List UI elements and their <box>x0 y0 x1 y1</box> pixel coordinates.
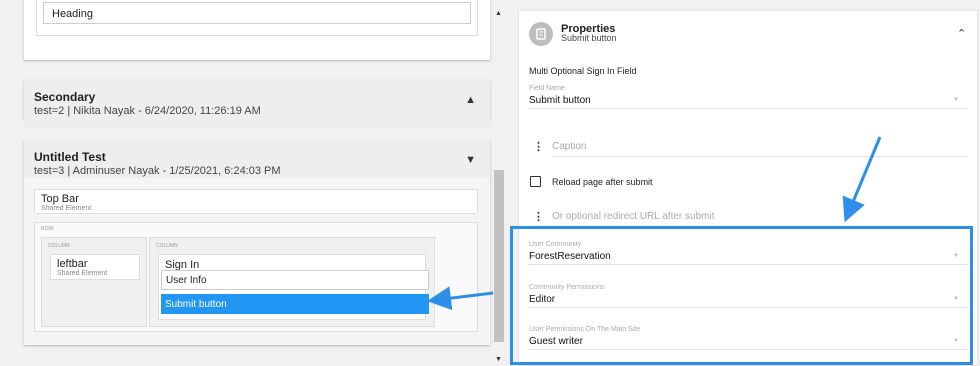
properties-panel: Properties Submit button ⌃ Multi Optiona… <box>518 10 978 366</box>
column-label: COLUMN <box>48 243 70 249</box>
scrollbar-thumb[interactable] <box>494 170 504 342</box>
user-community-label: User Community <box>529 241 582 248</box>
field-name-label: Field Name <box>529 85 565 92</box>
leftbar-element[interactable]: leftbar Shared Element <box>50 254 140 280</box>
untitled-subtitle: test=3 | Adminuser Nayak - 1/25/2021, 6:… <box>34 165 281 177</box>
user-community-value: ForestReservation <box>529 251 611 262</box>
chevron-down-icon[interactable]: ▼ <box>953 296 959 302</box>
secondary-subtitle: test=2 | Nikita Nayak - 6/24/2020, 11:26… <box>34 105 261 117</box>
community-permissions-select[interactable]: Community Permissions Editor ▼ <box>529 284 967 308</box>
more-vert-icon[interactable]: ⋮ <box>533 140 544 153</box>
reload-page-checkbox[interactable] <box>530 176 541 187</box>
sign-in-element[interactable]: Sign In User Info Submit button <box>158 254 429 320</box>
top-bar-sub: Shared Element <box>41 205 92 212</box>
secondary-title: Secondary <box>34 90 96 104</box>
community-permissions-label: Community Permissions <box>529 284 605 291</box>
redirect-url-input[interactable]: Or optional redirect URL after submit <box>552 211 968 227</box>
top-bar-title: Top Bar <box>41 193 79 205</box>
leftbar-title: leftbar <box>57 258 88 270</box>
field-name-value: Submit button <box>529 95 591 106</box>
row-container[interactable]: ROW COLUMN leftbar Shared Element COLUMN… <box>34 222 478 332</box>
secondary-card-header[interactable]: Secondary test=2 | Nikita Nayak - 6/24/2… <box>24 80 490 127</box>
field-name-select[interactable]: Field Name Submit button ▼ <box>529 85 967 109</box>
secondary-test-card[interactable]: Secondary test=2 | Nikita Nayak - 6/24/2… <box>24 80 490 127</box>
main-site-permissions-label: User Permissions On The Main Site <box>529 326 641 333</box>
user-avatar-icon <box>529 22 553 46</box>
submit-button-selected[interactable]: Submit button <box>161 294 429 314</box>
chevron-up-icon[interactable]: ▲ <box>465 94 476 106</box>
more-vert-icon[interactable]: ⋮ <box>533 210 544 223</box>
untitled-test-card: Untitled Test test=3 | Adminuser Nayak -… <box>24 140 490 345</box>
left-pane: Heading Secondary test=2 | Nikita Nayak … <box>0 0 508 366</box>
chevron-down-icon[interactable]: ▼ <box>465 154 476 166</box>
untitled-card-body: Top Bar Shared Element ROW COLUMN leftba… <box>24 178 490 345</box>
leftbar-sub: Shared Element <box>57 270 108 277</box>
section-name: Multi Optional Sign In Field <box>529 66 637 76</box>
main-site-permissions-value: Guest writer <box>529 336 583 347</box>
reload-page-label: Reload page after submit <box>552 177 653 187</box>
chevron-down-icon[interactable]: ▼ <box>953 253 959 259</box>
community-permissions-value: Editor <box>529 294 556 305</box>
user-community-select[interactable]: User Community ForestReservation ▼ <box>529 241 967 265</box>
heading-card: Heading <box>24 0 490 60</box>
chevron-down-icon[interactable]: ▼ <box>953 338 959 344</box>
properties-subtitle: Submit button <box>561 33 617 43</box>
scroll-down-icon[interactable]: ▼ <box>495 356 502 363</box>
top-bar-element[interactable]: Top Bar Shared Element <box>34 189 478 214</box>
heading-element-wrap: Heading <box>36 0 478 36</box>
column-right[interactable]: COLUMN Sign In User Info Submit button <box>149 237 435 327</box>
untitled-title: Untitled Test <box>34 150 106 164</box>
column-label: COLUMN <box>156 243 178 249</box>
heading-element[interactable]: Heading <box>43 2 471 24</box>
row-label: ROW <box>41 226 54 232</box>
properties-header[interactable]: Properties Submit button ⌃ <box>519 11 977 59</box>
chevron-up-icon[interactable]: ⌃ <box>957 27 966 40</box>
caption-input[interactable]: Caption <box>552 141 968 157</box>
chevron-down-icon[interactable]: ▼ <box>953 97 959 103</box>
scroll-up-icon[interactable]: ▲ <box>495 10 502 17</box>
main-site-permissions-select[interactable]: User Permissions On The Main Site Guest … <box>529 326 967 350</box>
user-info-field[interactable]: User Info <box>161 270 429 290</box>
column-left[interactable]: COLUMN leftbar Shared Element <box>41 237 147 327</box>
